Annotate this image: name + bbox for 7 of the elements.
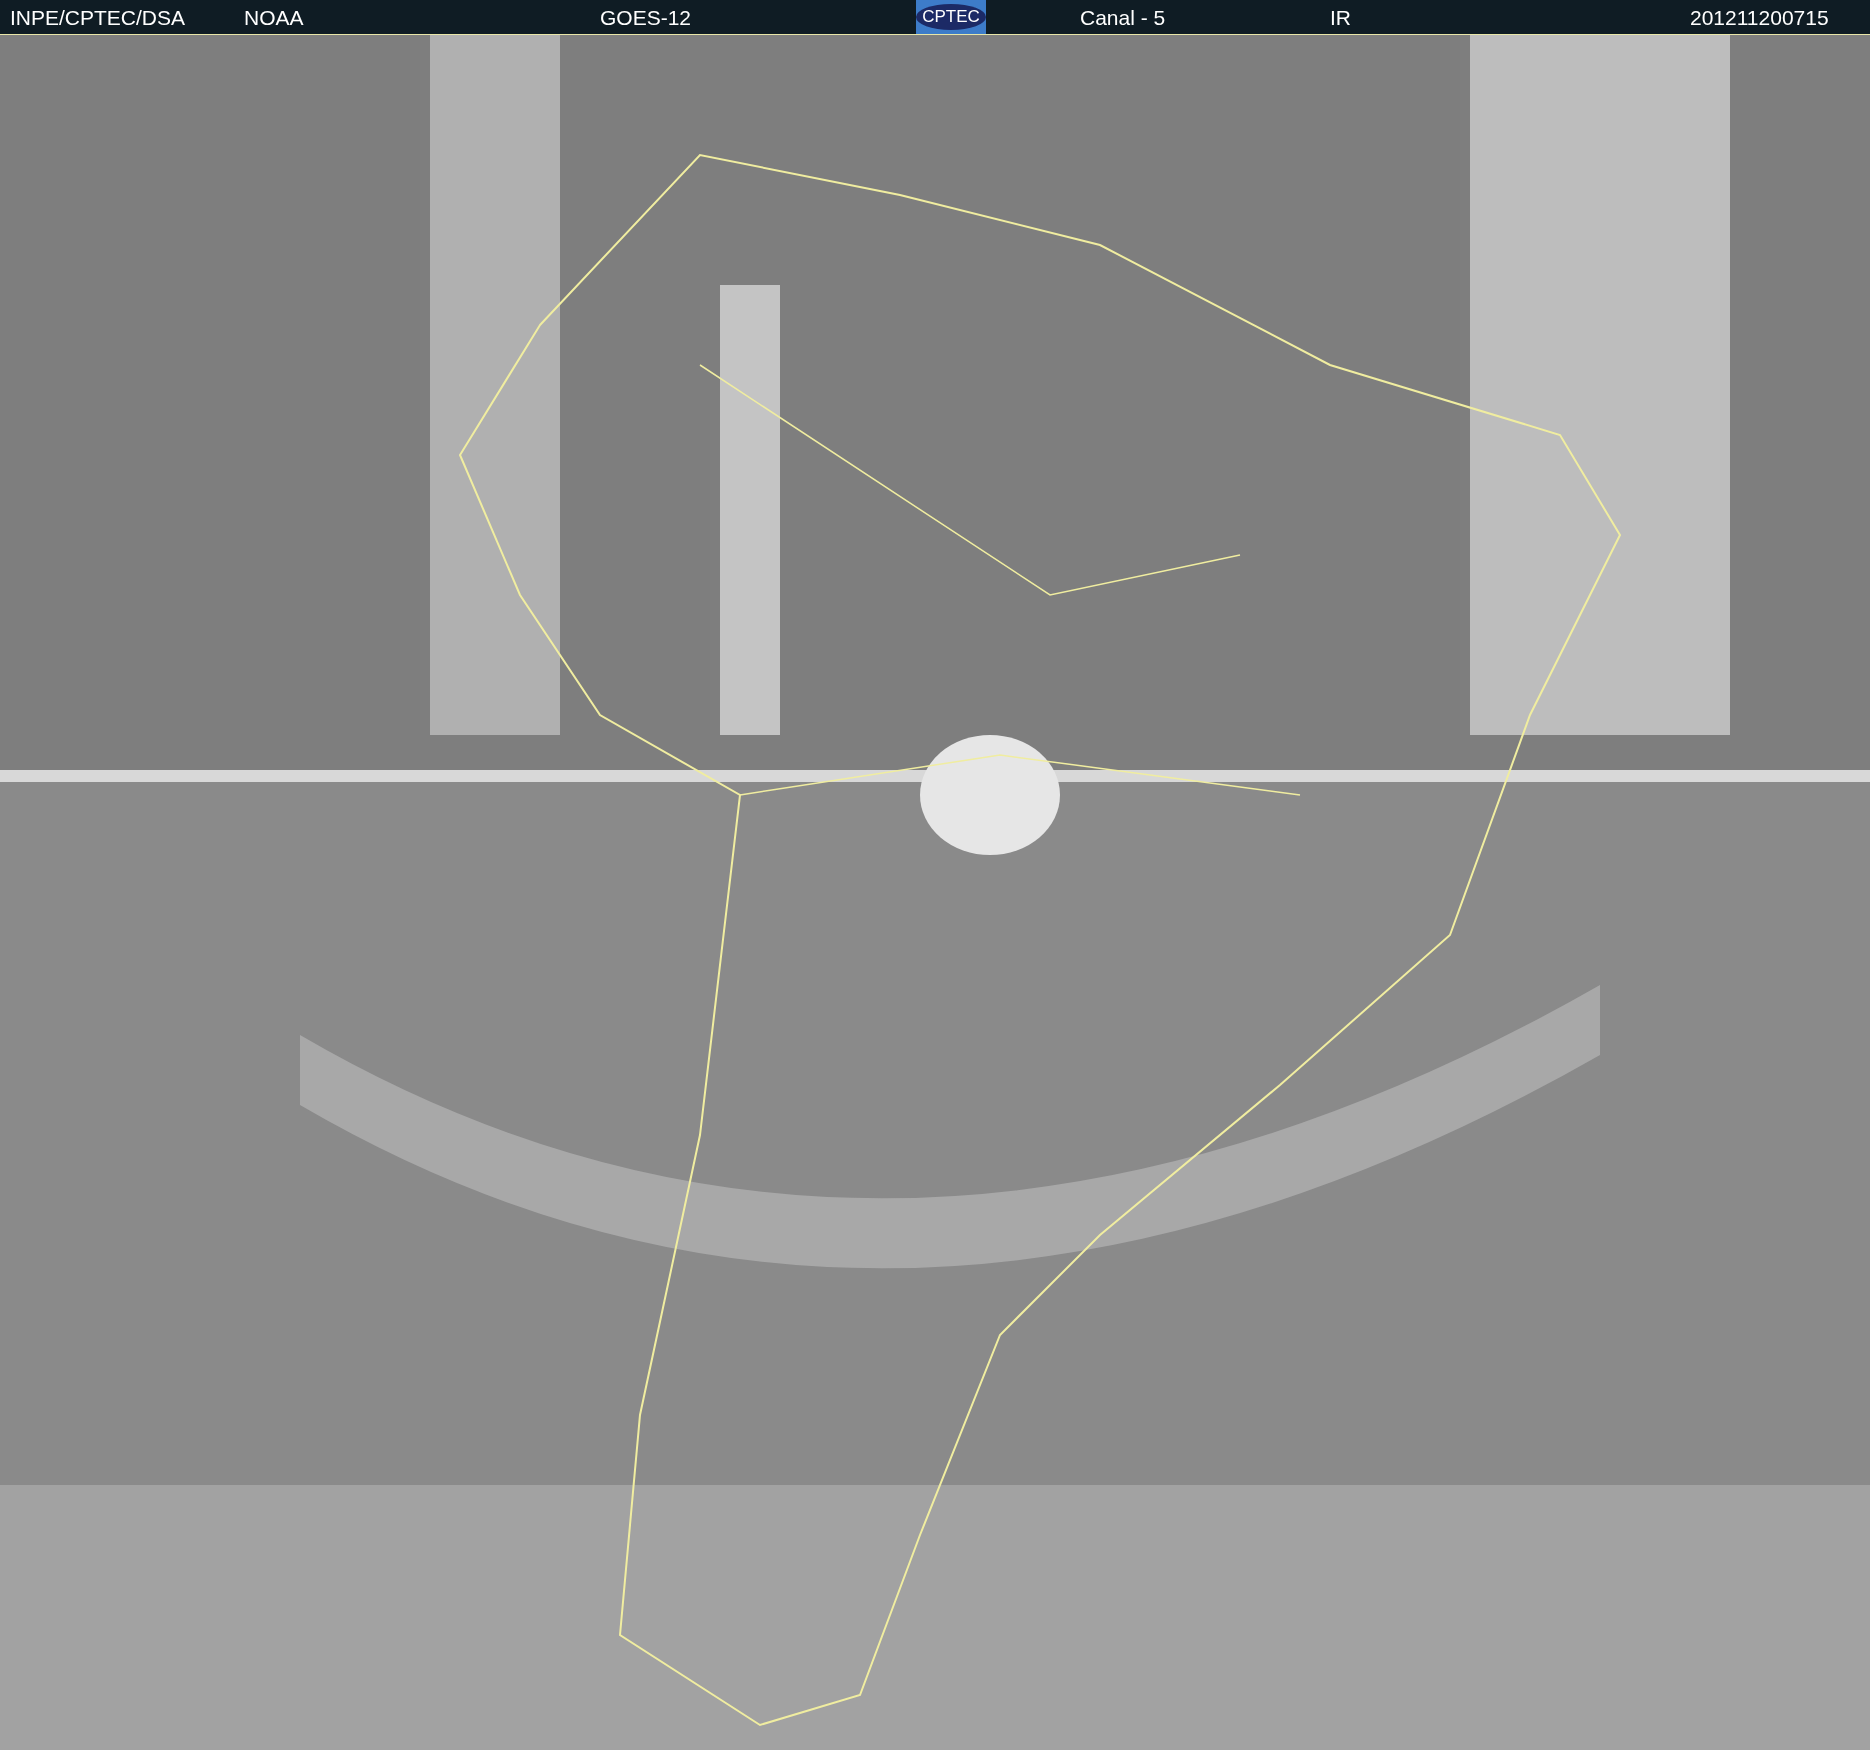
agency-label: NOAA xyxy=(244,6,304,30)
timestamp-label: 201211200715 xyxy=(1690,6,1829,30)
logo: CPTEC xyxy=(916,0,986,34)
satellite-label: GOES-12 xyxy=(600,6,692,30)
channel-label: Canal - 5 xyxy=(1080,6,1166,30)
source-label: INPE/CPTEC/DSA xyxy=(10,6,186,30)
band-label: IR xyxy=(1330,6,1351,30)
